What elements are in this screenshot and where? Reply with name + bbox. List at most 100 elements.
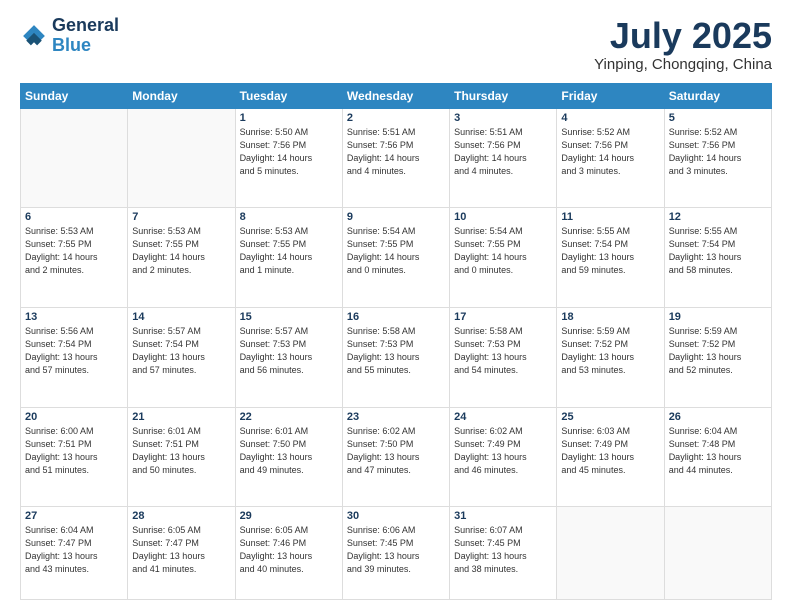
calendar-cell: 18 Sunrise: 5:59 AMSunset: 7:52 PMDayligh… <box>557 307 664 407</box>
day-number: 15 <box>240 311 338 323</box>
day-info: Sunrise: 5:57 AMSunset: 7:54 PMDaylight:… <box>132 325 230 377</box>
day-number: 13 <box>25 311 123 323</box>
day-number: 23 <box>347 411 445 423</box>
day-info: Sunrise: 5:59 AMSunset: 7:52 PMDaylight:… <box>561 325 659 377</box>
weekday-header-friday: Friday <box>557 83 664 108</box>
calendar-cell: 23 Sunrise: 6:02 AMSunset: 7:50 PMDayligh… <box>342 407 449 507</box>
calendar-cell: 27 Sunrise: 6:04 AMSunset: 7:47 PMDayligh… <box>21 507 128 600</box>
logo-text: General Blue <box>52 16 119 56</box>
day-info: Sunrise: 6:06 AMSunset: 7:45 PMDaylight:… <box>347 524 445 576</box>
day-number: 28 <box>132 510 230 522</box>
calendar-cell: 4Sunrise: 5:52 AMSunset: 7:56 PMDaylight… <box>557 108 664 208</box>
day-number: 16 <box>347 311 445 323</box>
day-info: Sunrise: 6:00 AMSunset: 7:51 PMDaylight:… <box>25 425 123 477</box>
calendar-cell: 5 Sunrise: 5:52 AMSunset: 7:56 PMDaylight… <box>664 108 771 208</box>
day-info: Sunrise: 5:54 AMSunset: 7:55 PMDaylight:… <box>347 225 445 277</box>
calendar-cell: 30Sunrise: 6:06 AMSunset: 7:45 PMDayligh… <box>342 507 449 600</box>
day-number: 31 <box>454 510 552 522</box>
calendar-cell: 6 Sunrise: 5:53 AMSunset: 7:55 PMDaylight… <box>21 208 128 308</box>
day-info: Sunrise: 5:52 AMSunset: 7:56 PMDaylight:… <box>669 126 767 178</box>
day-info: Sunrise: 5:57 AMSunset: 7:53 PMDaylight:… <box>240 325 338 377</box>
day-number: 5 <box>669 112 767 124</box>
day-number: 29 <box>240 510 338 522</box>
calendar-cell: 16 Sunrise: 5:58 AMSunset: 7:53 PMDayligh… <box>342 307 449 407</box>
calendar-cell: 8 Sunrise: 5:53 AMSunset: 7:55 PMDaylight… <box>235 208 342 308</box>
calendar-cell: 12Sunrise: 5:55 AMSunset: 7:54 PMDayligh… <box>664 208 771 308</box>
week-row-5: 27 Sunrise: 6:04 AMSunset: 7:47 PMDayligh… <box>21 507 772 600</box>
day-info: Sunrise: 6:05 AMSunset: 7:46 PMDaylight:… <box>240 524 338 576</box>
calendar-cell: 29 Sunrise: 6:05 AMSunset: 7:46 PMDayligh… <box>235 507 342 600</box>
calendar-cell: 17 Sunrise: 5:58 AMSunset: 7:53 PMDayligh… <box>450 307 557 407</box>
day-number: 10 <box>454 211 552 223</box>
day-number: 18 <box>561 311 659 323</box>
day-number: 2 <box>347 112 445 124</box>
calendar-cell: 7Sunrise: 5:53 AMSunset: 7:55 PMDaylight… <box>128 208 235 308</box>
calendar-cell: 1Sunrise: 5:50 AMSunset: 7:56 PMDaylight… <box>235 108 342 208</box>
day-number: 27 <box>25 510 123 522</box>
calendar-cell: 3Sunrise: 5:51 AMSunset: 7:56 PMDaylight… <box>450 108 557 208</box>
calendar-cell: 20 Sunrise: 6:00 AMSunset: 7:51 PMDayligh… <box>21 407 128 507</box>
day-info: Sunrise: 6:02 AMSunset: 7:49 PMDaylight:… <box>454 425 552 477</box>
day-info: Sunrise: 6:07 AMSunset: 7:45 PMDaylight:… <box>454 524 552 576</box>
day-number: 17 <box>454 311 552 323</box>
calendar-cell: 31 Sunrise: 6:07 AMSunset: 7:45 PMDayligh… <box>450 507 557 600</box>
week-row-2: 6 Sunrise: 5:53 AMSunset: 7:55 PMDaylight… <box>21 208 772 308</box>
day-info: Sunrise: 6:01 AMSunset: 7:50 PMDaylight:… <box>240 425 338 477</box>
calendar-cell: 22Sunrise: 6:01 AMSunset: 7:50 PMDayligh… <box>235 407 342 507</box>
day-number: 9 <box>347 211 445 223</box>
calendar-cell: 21 Sunrise: 6:01 AMSunset: 7:51 PMDayligh… <box>128 407 235 507</box>
day-info: Sunrise: 6:01 AMSunset: 7:51 PMDaylight:… <box>132 425 230 477</box>
calendar-cell: 28 Sunrise: 6:05 AMSunset: 7:47 PMDayligh… <box>128 507 235 600</box>
week-row-3: 13 Sunrise: 5:56 AMSunset: 7:54 PMDayligh… <box>21 307 772 407</box>
day-number: 21 <box>132 411 230 423</box>
day-info: Sunrise: 6:04 AMSunset: 7:48 PMDaylight:… <box>669 425 767 477</box>
calendar-cell: 19 Sunrise: 5:59 AMSunset: 7:52 PMDayligh… <box>664 307 771 407</box>
day-info: Sunrise: 5:53 AMSunset: 7:55 PMDaylight:… <box>132 225 230 277</box>
calendar-cell: 13 Sunrise: 5:56 AMSunset: 7:54 PMDayligh… <box>21 307 128 407</box>
weekday-header-tuesday: Tuesday <box>235 83 342 108</box>
day-info: Sunrise: 6:04 AMSunset: 7:47 PMDaylight:… <box>25 524 123 576</box>
day-number: 24 <box>454 411 552 423</box>
day-info: Sunrise: 5:54 AMSunset: 7:55 PMDaylight:… <box>454 225 552 277</box>
calendar-cell: 9 Sunrise: 5:54 AMSunset: 7:55 PMDaylight… <box>342 208 449 308</box>
day-number: 25 <box>561 411 659 423</box>
day-info: Sunrise: 5:51 AMSunset: 7:56 PMDaylight:… <box>347 126 445 178</box>
day-info: Sunrise: 5:56 AMSunset: 7:54 PMDaylight:… <box>25 325 123 377</box>
weekday-header-saturday: Saturday <box>664 83 771 108</box>
calendar-cell: 24 Sunrise: 6:02 AMSunset: 7:49 PMDayligh… <box>450 407 557 507</box>
day-info: Sunrise: 5:55 AMSunset: 7:54 PMDaylight:… <box>561 225 659 277</box>
day-info: Sunrise: 6:05 AMSunset: 7:47 PMDaylight:… <box>132 524 230 576</box>
calendar-cell <box>21 108 128 208</box>
calendar-cell: 15 Sunrise: 5:57 AMSunset: 7:53 PMDayligh… <box>235 307 342 407</box>
page: General Blue July 2025 Yinping, Chongqin… <box>0 0 792 612</box>
day-info: Sunrise: 5:55 AMSunset: 7:54 PMDaylight:… <box>669 225 767 277</box>
weekday-header-wednesday: Wednesday <box>342 83 449 108</box>
calendar-cell: 26 Sunrise: 6:04 AMSunset: 7:48 PMDayligh… <box>664 407 771 507</box>
title-block: July 2025 Yinping, Chongqing, China <box>594 16 772 73</box>
day-number: 8 <box>240 211 338 223</box>
day-number: 20 <box>25 411 123 423</box>
day-number: 1 <box>240 112 338 124</box>
weekday-header-row: SundayMondayTuesdayWednesdayThursdayFrid… <box>21 83 772 108</box>
day-number: 3 <box>454 112 552 124</box>
day-number: 14 <box>132 311 230 323</box>
day-info: Sunrise: 5:58 AMSunset: 7:53 PMDaylight:… <box>454 325 552 377</box>
calendar-table: SundayMondayTuesdayWednesdayThursdayFrid… <box>20 83 772 600</box>
week-row-4: 20 Sunrise: 6:00 AMSunset: 7:51 PMDayligh… <box>21 407 772 507</box>
day-info: Sunrise: 5:53 AMSunset: 7:55 PMDaylight:… <box>25 225 123 277</box>
day-info: Sunrise: 5:52 AMSunset: 7:56 PMDaylight:… <box>561 126 659 178</box>
weekday-header-thursday: Thursday <box>450 83 557 108</box>
day-info: Sunrise: 5:53 AMSunset: 7:55 PMDaylight:… <box>240 225 338 277</box>
day-info: Sunrise: 5:58 AMSunset: 7:53 PMDaylight:… <box>347 325 445 377</box>
month-title: July 2025 <box>594 16 772 56</box>
day-number: 6 <box>25 211 123 223</box>
header: General Blue July 2025 Yinping, Chongqin… <box>20 16 772 73</box>
day-info: Sunrise: 5:59 AMSunset: 7:52 PMDaylight:… <box>669 325 767 377</box>
calendar-cell <box>128 108 235 208</box>
day-number: 26 <box>669 411 767 423</box>
day-info: Sunrise: 6:03 AMSunset: 7:49 PMDaylight:… <box>561 425 659 477</box>
day-info: Sunrise: 6:02 AMSunset: 7:50 PMDaylight:… <box>347 425 445 477</box>
calendar-cell: 14 Sunrise: 5:57 AMSunset: 7:54 PMDayligh… <box>128 307 235 407</box>
day-number: 11 <box>561 211 659 223</box>
day-number: 19 <box>669 311 767 323</box>
